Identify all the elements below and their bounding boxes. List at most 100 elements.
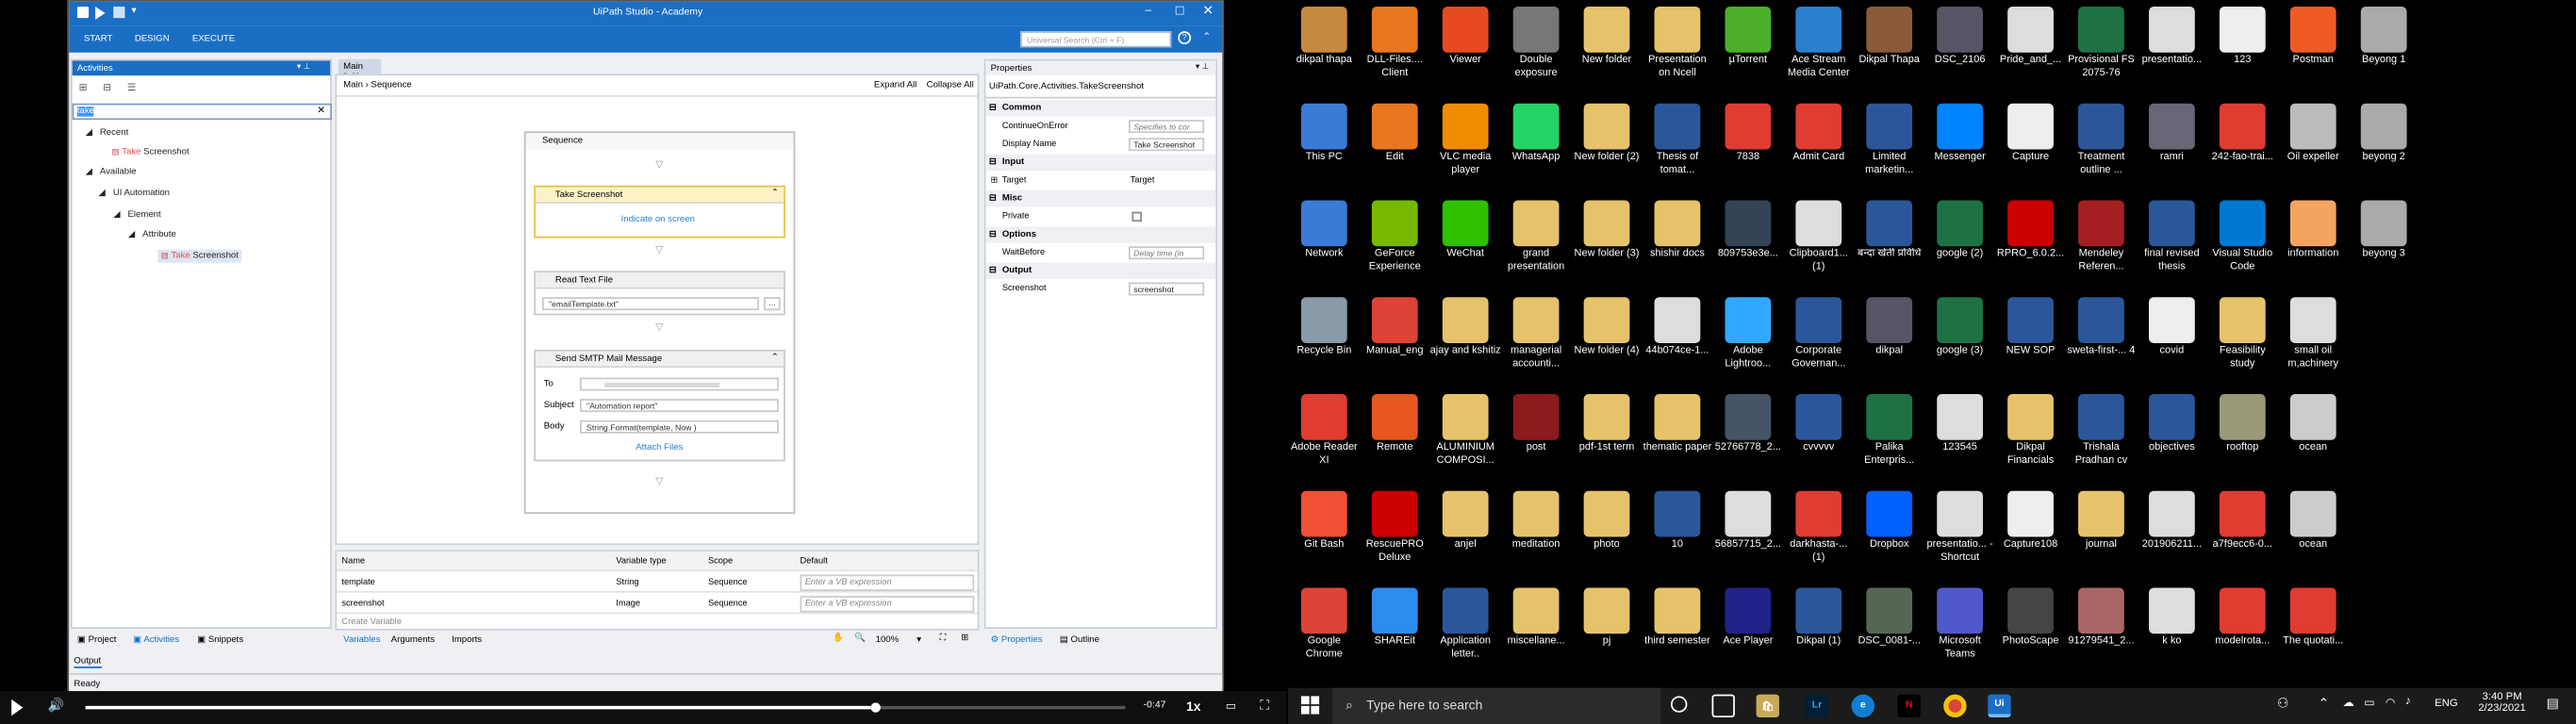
desktop-icon[interactable]: presentatio... — [2136, 6, 2208, 67]
desktop-icon[interactable]: Remote — [1359, 393, 1431, 454]
desktop-icon[interactable]: RPRO_6.0.2... — [1994, 200, 2067, 260]
desktop-icon[interactable]: google (2) — [1924, 200, 1996, 260]
desktop-icon[interactable]: New folder (2) — [1571, 103, 1643, 164]
tree-recent-take-screenshot[interactable]: ▤ Take Screenshot — [111, 148, 189, 157]
read-text-file-activity[interactable]: Read Text File "emailTemplate.txt" ... — [534, 271, 785, 316]
desktop-icon[interactable]: miscellane... — [1500, 587, 1573, 648]
netflix-icon[interactable]: N — [1897, 694, 1921, 718]
ribbon-tab-start[interactable]: START — [84, 35, 113, 44]
table-row[interactable]: screenshot Image Sequence Enter a VB exp… — [337, 594, 978, 615]
desktop-icon[interactable]: small oil m,achinery — [2277, 297, 2350, 370]
clock[interactable]: 3:40 PM 2/23/2021 — [2472, 691, 2532, 714]
desktop-icon[interactable]: PhotoScape — [1994, 587, 2067, 648]
desktop-icon[interactable]: photo — [1571, 490, 1643, 551]
desktop-icon[interactable]: 7838 — [1712, 103, 1785, 164]
desktop-icon[interactable]: beyong 2 — [2348, 103, 2420, 164]
desktop-icon[interactable]: Git Bash — [1288, 490, 1361, 551]
expand-all-button[interactable]: Expand All — [874, 80, 916, 90]
attach-files-link[interactable]: Attach Files — [636, 443, 683, 452]
close-icon[interactable]: ✕ — [1202, 3, 1214, 18]
desktop-icon[interactable]: µTorrent — [1712, 6, 1785, 67]
desktop-icon[interactable]: third semester — [1642, 587, 1714, 648]
uipath-taskbar-icon[interactable]: Ui — [1988, 694, 2011, 718]
speaker-icon[interactable]: ♪ — [2405, 696, 2411, 707]
desktop-icon[interactable]: 123545 — [1924, 393, 1996, 454]
desktop-icon[interactable]: Provisional FS 2075-76 — [2065, 6, 2138, 79]
table-row[interactable]: template String Sequence Enter a VB expr… — [337, 573, 978, 593]
edge-icon[interactable]: e — [1851, 694, 1875, 718]
desktop-icon[interactable]: google (3) — [1924, 297, 1996, 357]
collapse-all-button[interactable]: Collapse All — [927, 80, 974, 90]
desktop-icon[interactable]: WeChat — [1429, 200, 1502, 260]
play-icon[interactable] — [11, 699, 24, 716]
desktop-icon[interactable]: Adobe Reader XI — [1288, 393, 1361, 467]
video-progress-handle[interactable] — [870, 702, 882, 713]
desktop-icon[interactable]: ALUMINIUM COMPOSI... — [1429, 393, 1502, 467]
fit-screen-icon[interactable]: ⛶ — [940, 634, 947, 645]
desktop-icon[interactable]: Recycle Bin — [1288, 297, 1361, 357]
tree-ui-automation[interactable]: ◢ UI Automation — [99, 189, 170, 198]
ribbon-tab-execute[interactable]: EXECUTE — [192, 35, 235, 44]
stop-icon[interactable] — [113, 6, 125, 19]
desktop-icon[interactable]: 52766778_2... — [1712, 393, 1785, 454]
desktop-icon[interactable]: ramri — [2136, 103, 2208, 164]
task-view-icon[interactable] — [1711, 694, 1735, 718]
desktop-icon[interactable]: a7f9ecc6-0... — [2206, 490, 2279, 551]
desktop-icon[interactable]: Microsoft Teams — [1924, 587, 1996, 660]
desktop-icon[interactable]: Capture — [1994, 103, 2067, 164]
pan-icon[interactable]: ✋ — [833, 634, 844, 643]
desktop-icon[interactable]: modelrota... — [2206, 587, 2279, 648]
desktop-icon[interactable]: presentatio... - Shortcut — [1924, 490, 1996, 564]
desktop-icon[interactable]: journal — [2065, 490, 2138, 551]
windows-start-icon[interactable] — [1300, 696, 1320, 715]
private-checkbox[interactable] — [1131, 211, 1142, 222]
create-variable-button[interactable]: Create Variable — [341, 617, 401, 627]
var-default-input[interactable]: Enter a VB expression — [800, 596, 975, 613]
desktop-icon[interactable]: Limited marketin... — [1853, 103, 1925, 176]
collapse-activity-icon[interactable]: ⌃ — [771, 189, 779, 198]
display-name-input[interactable]: Take Screenshot — [1128, 138, 1205, 152]
desktop-icon[interactable]: ocean — [2277, 490, 2350, 551]
desktop-icon[interactable]: Oil expeller — [2277, 103, 2350, 164]
desktop-icon[interactable]: Visual Studio Code — [2206, 200, 2279, 272]
desktop-icon[interactable]: Palika Enterpris... — [1853, 393, 1925, 467]
desktop-icon[interactable]: Dikpal Thapa — [1853, 6, 1925, 67]
desktop-icon[interactable]: बन्दा खेती प्रविधि — [1853, 200, 1925, 260]
desktop-icon[interactable]: Dikpal Financials — [1994, 393, 2067, 467]
desktop-icon[interactable]: DSC_0081-... — [1853, 587, 1925, 648]
desktop-icon[interactable]: dikpal thapa — [1288, 6, 1361, 67]
tree-element[interactable]: ◢ Element — [113, 210, 160, 220]
group-common[interactable]: ⊟ Common — [985, 100, 1216, 117]
desktop-icon[interactable]: beyong 3 — [2348, 200, 2420, 260]
desktop-icon[interactable]: Pride_and_... — [1994, 6, 2067, 67]
store-icon[interactable]: 🛍 — [1756, 694, 1779, 718]
desktop-icon[interactable]: post — [1500, 393, 1573, 454]
desktop-icon[interactable]: Dikpal (1) — [1782, 587, 1855, 648]
desktop-icon[interactable]: managerial accounti... — [1500, 297, 1573, 370]
desktop-icon[interactable]: Corporate Governan... — [1782, 297, 1855, 370]
desktop-icon[interactable]: New folder (3) — [1571, 200, 1643, 260]
expand-icon[interactable]: ⊞ — [79, 84, 88, 93]
desktop-icon[interactable]: Thesis of tomat... — [1642, 103, 1714, 176]
desktop-icon[interactable]: Clipboard1... (1) — [1782, 200, 1855, 272]
taskbar-search-box[interactable]: ⌕ Type here to search — [1332, 687, 1661, 724]
desktop-icon[interactable]: final revised thesis — [2136, 200, 2208, 272]
desktop-icon[interactable]: DSC_2106 — [1924, 6, 1996, 67]
notifications-icon[interactable]: ▤ — [2547, 696, 2559, 711]
chrome-taskbar-icon[interactable] — [1943, 694, 1967, 718]
desktop-icon[interactable]: NEW SOP — [1994, 297, 2067, 357]
desktop-icon[interactable]: Application letter.. — [1429, 587, 1502, 660]
tree-available[interactable]: ◢ Available — [86, 168, 137, 177]
tab-output[interactable]: Output — [74, 657, 102, 668]
desktop-icon[interactable]: RescuePRO Deluxe — [1359, 490, 1431, 564]
zoom-level[interactable]: 100% — [876, 635, 900, 645]
panel-pin-icon[interactable]: ▾ ⊥ — [1196, 62, 1209, 72]
desktop-icon[interactable]: grand presentation — [1500, 200, 1573, 272]
send-smtp-activity[interactable]: Send SMTP Mail Message ⌃ To Subject "Auto… — [534, 349, 785, 462]
playback-speed-button[interactable]: 1x — [1186, 699, 1201, 715]
wait-before-input[interactable]: Delay time (in — [1128, 246, 1205, 260]
tree-take-screenshot[interactable]: ▤ Take Screenshot — [157, 249, 242, 263]
group-input[interactable]: ⊟ Input — [985, 154, 1216, 172]
tray-chevron-icon[interactable]: ⌃ — [2318, 696, 2329, 711]
desktop-icon[interactable]: Beyong 1 — [2348, 6, 2420, 67]
